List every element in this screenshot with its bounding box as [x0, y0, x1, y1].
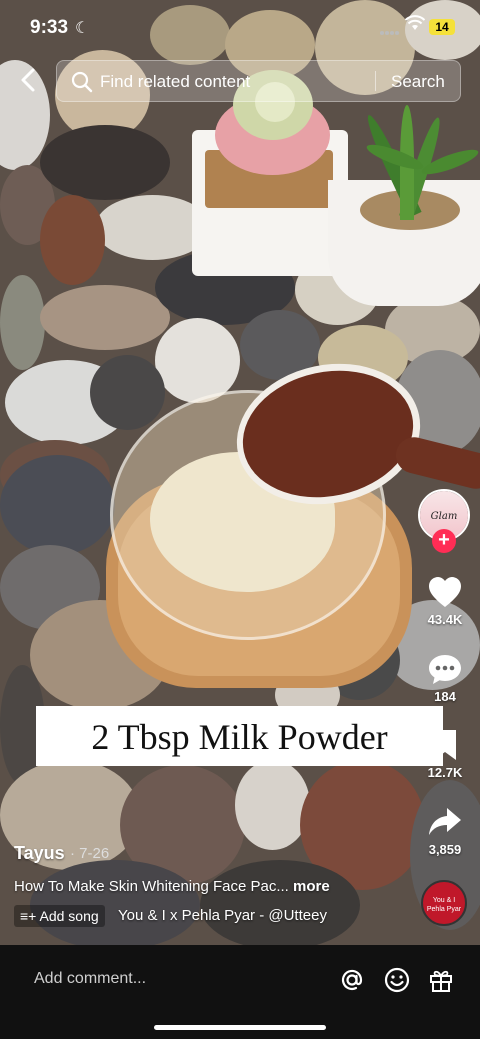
pebble: [235, 760, 310, 850]
pebble: [30, 860, 200, 945]
like-button[interactable]: 43.4K: [414, 575, 476, 627]
mention-icon[interactable]: [339, 967, 365, 993]
search-button[interactable]: Search: [391, 72, 445, 92]
do-not-disturb-icon: ☾: [75, 20, 90, 37]
post-description[interactable]: How To Make Skin Whitening Face Pac... m…: [14, 878, 330, 895]
pebble: [40, 285, 170, 350]
pebble: [40, 125, 170, 200]
pebble: [155, 318, 240, 403]
add-song-button[interactable]: ≡+ Add song: [14, 905, 105, 927]
pebble: [40, 195, 105, 285]
add-song-icon: ≡+: [20, 908, 37, 924]
pebble: [200, 860, 360, 945]
comment-button[interactable]: 184: [414, 652, 476, 704]
more-link[interactable]: more: [293, 878, 330, 895]
emoji-icon[interactable]: [384, 967, 410, 993]
pebble: [90, 355, 165, 430]
save-count: 12.7K: [427, 765, 463, 780]
add-song-label: Add song: [39, 908, 99, 924]
heart-icon: [429, 577, 461, 607]
battery-icon: 14: [429, 19, 455, 35]
like-count: 43.4K: [427, 612, 463, 627]
video-player[interactable]: [0, 0, 480, 945]
bookmark-icon: [434, 730, 456, 760]
music-disc[interactable]: You & I Pehla Pyar: [421, 880, 467, 926]
back-arrow-icon[interactable]: [16, 66, 40, 94]
description-text: How To Make Skin Whitening Face Pac...: [14, 878, 289, 895]
comment-count: 184: [434, 689, 456, 704]
gift-icon[interactable]: [428, 967, 454, 993]
search-input[interactable]: Find related content: [100, 72, 250, 92]
status-time: 9:33: [30, 17, 69, 38]
search-bar[interactable]: Find related content Search: [56, 60, 461, 102]
search-icon: [71, 71, 93, 93]
follow-plus-button[interactable]: +: [432, 529, 456, 553]
wifi-icon: [405, 15, 425, 30]
home-indicator: [154, 1025, 326, 1030]
post-date: · 7-26: [70, 845, 110, 862]
video-caption: 2 Tbsp Milk Powder: [36, 706, 443, 766]
author-name[interactable]: Tayus: [14, 843, 65, 864]
music-disc-label: You & I Pehla Pyar: [426, 897, 462, 913]
search-divider: [375, 71, 376, 91]
status-bar: 9:33 ☾ 14: [0, 0, 480, 54]
comment-input[interactable]: Add comment...: [34, 970, 146, 988]
share-count: 3,859: [428, 842, 462, 857]
comment-bubble-icon: [429, 655, 461, 684]
comment-bar: Add comment...: [0, 945, 480, 1039]
pebble: [0, 275, 45, 370]
cellular-signal-icon: [380, 22, 402, 35]
pebble: [0, 455, 115, 555]
song-title[interactable]: You & I x Pehla Pyar - @Utteey: [118, 907, 327, 924]
share-button[interactable]: 3,859: [414, 805, 476, 857]
share-arrow-icon: [429, 808, 461, 835]
save-button[interactable]: 12.7K: [414, 728, 476, 780]
